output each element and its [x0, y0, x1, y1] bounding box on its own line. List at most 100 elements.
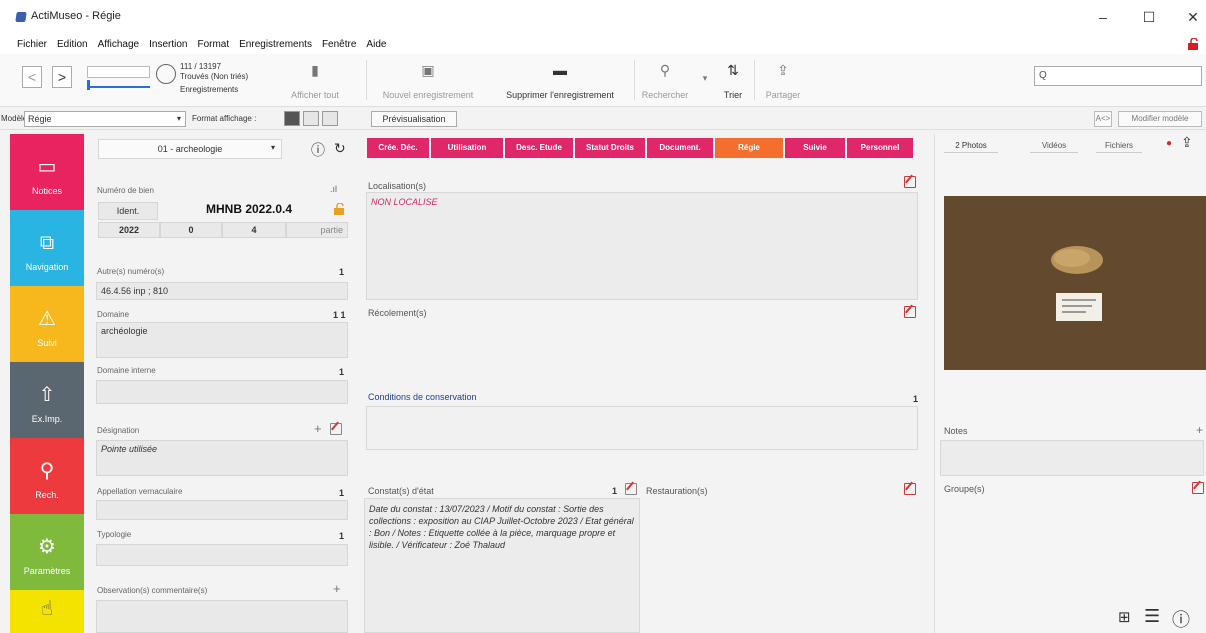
table-view-button[interactable] [322, 111, 338, 126]
vernacular-field[interactable] [96, 500, 348, 520]
tab-regie[interactable]: Régie [715, 138, 783, 158]
list-view-button[interactable] [303, 111, 319, 126]
typology-field[interactable] [96, 544, 348, 566]
upload-icon[interactable]: ⇪ [1181, 134, 1193, 151]
layout-icon[interactable]: ⊞ [1118, 608, 1131, 626]
inventory-part-1[interactable]: 0 [160, 222, 222, 238]
restoration-label: Restauration(s) [646, 486, 708, 496]
sort-button[interactable]: ⇅ Trier [720, 60, 746, 100]
nav-search[interactable]: ⚲ Rech. [10, 438, 84, 514]
record-slider-handle[interactable] [87, 80, 90, 90]
nav-export-import-label: Ex.Imp. [31, 414, 63, 424]
next-record-button[interactable]: > [52, 66, 72, 88]
other-numbers-field[interactable]: 46.4.56 inp ; 810 [96, 282, 348, 300]
refresh-icon[interactable]: ↻ [334, 140, 346, 157]
tab-suivie[interactable]: Suivie [785, 138, 845, 158]
vernacular-count: 1 [339, 488, 345, 498]
designation-label: Désignation [97, 426, 140, 435]
inventory-year[interactable]: 2022 [98, 222, 160, 238]
nav-search-label: Rech. [35, 490, 59, 500]
record-slider-box[interactable] [87, 66, 150, 78]
edit-icon[interactable] [330, 423, 342, 435]
app-logo-icon [15, 12, 27, 22]
add-icon[interactable]: + [333, 581, 341, 596]
toolbar: < > 111 / 13197 Trouvés (Non triés) Enre… [0, 54, 1206, 107]
add-icon[interactable]: + [1196, 423, 1203, 437]
edit-model-button[interactable]: Modifier modèle [1118, 111, 1202, 127]
form-view-button[interactable] [284, 111, 300, 126]
tab-personnel[interactable]: Personnel [847, 138, 913, 158]
record-slider-track[interactable] [87, 86, 150, 88]
conservation-field[interactable] [366, 406, 918, 450]
records-pie-icon [156, 64, 176, 84]
favorite-icon[interactable]: ● [1166, 138, 1172, 149]
observations-field[interactable] [96, 600, 348, 633]
tab-videos[interactable]: Vidéos [1030, 139, 1078, 153]
lock-open-icon[interactable] [334, 203, 344, 215]
domain-field[interactable]: archéologie [96, 322, 348, 358]
tab-creation[interactable]: Crée. Déc. [367, 138, 429, 158]
tab-documentation[interactable]: Document. [647, 138, 713, 158]
notes-field[interactable] [940, 440, 1204, 476]
nav-suivi[interactable]: ⚠ Suivi [10, 286, 84, 362]
menu-file[interactable]: Fichier [12, 36, 52, 53]
menu-format[interactable]: Format [192, 36, 234, 53]
menu-insert[interactable]: Insertion [144, 36, 192, 53]
minimize-button[interactable]: – [1088, 6, 1118, 28]
inventory-part-2[interactable]: 4 [222, 222, 286, 238]
object-photo[interactable] [944, 196, 1206, 370]
domain-count: 1 1 [333, 310, 346, 320]
menu-records[interactable]: Enregistrements [234, 36, 317, 53]
inventory-number[interactable]: MHNB 2022.0.4 [206, 202, 292, 216]
menu-view[interactable]: Affichage [93, 36, 145, 53]
edit-icon[interactable] [904, 176, 916, 188]
show-all-button[interactable]: ▮ Afficher tout [288, 60, 342, 100]
chevron-down-icon: ▾ [176, 114, 181, 123]
tab-utilisation[interactable]: Utilisation [431, 138, 503, 158]
tab-description[interactable]: Desc. Etude [505, 138, 573, 158]
tab-rights[interactable]: Statut Droits [575, 138, 645, 158]
locations-field[interactable]: NON LOCALISE [366, 192, 918, 300]
internal-domain-field[interactable] [96, 380, 348, 404]
add-icon[interactable]: + [314, 421, 322, 436]
menu-window[interactable]: Fenêtre [317, 36, 361, 53]
lock-open-icon[interactable] [1188, 38, 1198, 50]
title-bar: ActiMuseo - Régie – ☐ ✕ [0, 0, 1206, 34]
edit-icon[interactable] [904, 306, 916, 318]
info-icon[interactable]: ⓘ [311, 140, 325, 160]
ident-field[interactable]: Ident. [98, 202, 158, 220]
tab-files[interactable]: Fichiers [1096, 139, 1142, 153]
search-dropdown[interactable]: ▾ [700, 68, 710, 88]
delete-record-button[interactable]: ▬ Supprimer l'enregistrement [490, 60, 630, 100]
new-record-button[interactable]: ▣ Nouvel enregistrement [372, 60, 484, 100]
maximize-button[interactable]: ☐ [1134, 6, 1164, 28]
inventory-part-label[interactable]: partie [286, 222, 348, 238]
close-button[interactable]: ✕ [1178, 6, 1206, 28]
search-button[interactable]: ⚲ Rechercher [640, 60, 690, 100]
domain-selector[interactable]: 01 - archeologie ▾ [98, 139, 282, 159]
info-icon[interactable]: ⓘ [1172, 606, 1190, 632]
menu-help[interactable]: Aide [361, 36, 391, 53]
menu-icon[interactable]: ☰ [1144, 606, 1160, 627]
model-select[interactable]: Régie ▾ [24, 111, 186, 127]
nav-pointer[interactable]: ☝ [10, 590, 84, 633]
nav-navigation[interactable]: ⧉ Navigation [10, 210, 84, 286]
nav-export-import[interactable]: ⇧ Ex.Imp. [10, 362, 84, 438]
condition-field[interactable]: Date du constat : 13/07/2023 / Motif du … [364, 498, 640, 633]
nav-notices[interactable]: ▭ Notices [10, 134, 84, 210]
nav-suivi-label: Suivi [37, 338, 57, 348]
tab-photos[interactable]: 2 Photos [944, 139, 998, 153]
previous-record-button[interactable]: < [22, 66, 42, 88]
nav-settings[interactable]: ⚙ Paramètres [10, 514, 84, 590]
quick-search-input[interactable]: Q [1034, 66, 1202, 86]
share-button[interactable]: ⇪ Partager [758, 60, 808, 100]
menu-edit[interactable]: Edition [52, 36, 93, 53]
text-size-button[interactable]: A<> [1094, 111, 1112, 127]
edit-icon[interactable] [1192, 482, 1204, 494]
search-icon: ⚲ [659, 62, 671, 78]
edit-icon[interactable] [904, 483, 916, 495]
internal-domain-count: 1 [339, 367, 345, 377]
preview-button[interactable]: Prévisualisation [371, 111, 457, 127]
edit-icon[interactable] [625, 483, 637, 495]
designation-field[interactable]: Pointe utilisée [96, 440, 348, 476]
